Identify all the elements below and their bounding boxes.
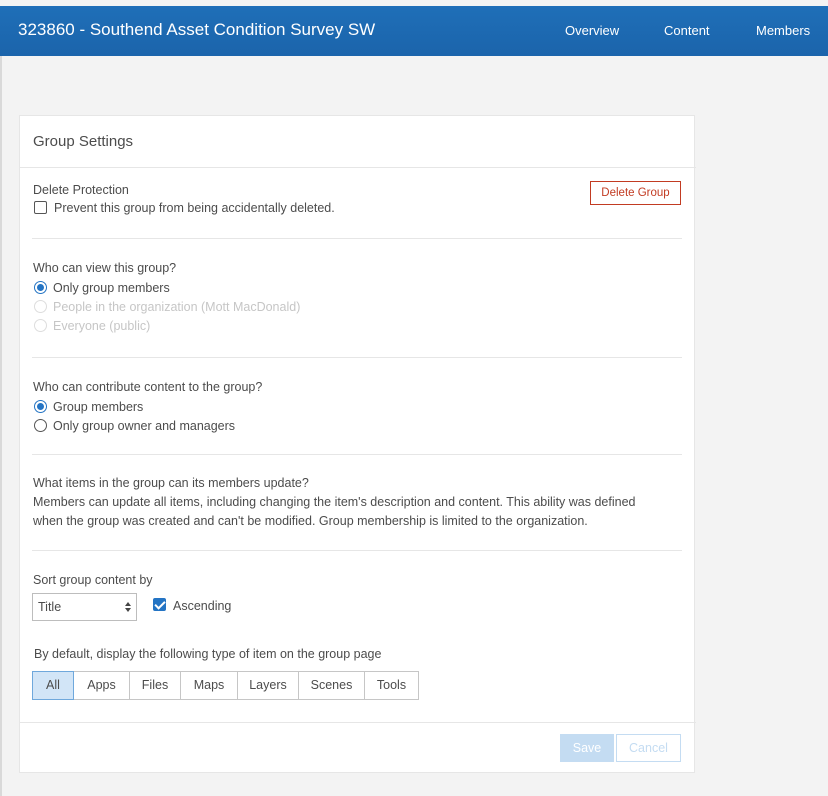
radio-contribute-owner-managers[interactable] xyxy=(34,419,47,432)
cancel-button[interactable]: Cancel xyxy=(616,734,681,762)
tab-scenes[interactable]: Scenes xyxy=(298,671,365,700)
nav-overview[interactable]: Overview xyxy=(565,23,619,38)
sort-select-value: Title xyxy=(38,600,62,614)
group-title: 323860 - Southend Asset Condition Survey… xyxy=(18,20,376,39)
ascending-label[interactable]: Ascending xyxy=(173,599,231,613)
tab-layers[interactable]: Layers xyxy=(237,671,299,700)
delete-protection-label: Delete Protection xyxy=(33,183,129,197)
tab-tools[interactable]: Tools xyxy=(364,671,419,700)
update-description-line-1: Members can update all items, including … xyxy=(33,495,636,509)
divider xyxy=(32,238,682,239)
save-button[interactable]: Save xyxy=(560,734,614,762)
tab-apps[interactable]: Apps xyxy=(73,671,130,700)
ascending-checkbox[interactable] xyxy=(153,598,166,611)
select-arrows-icon xyxy=(125,602,131,612)
display-type-label: By default, display the following type o… xyxy=(34,647,382,661)
radio-view-organization-label: People in the organization (Mott MacDona… xyxy=(53,300,301,314)
divider xyxy=(32,357,682,358)
nav-content[interactable]: Content xyxy=(664,23,710,38)
sort-select[interactable]: Title xyxy=(32,593,137,621)
radio-view-public xyxy=(34,319,47,332)
panel-title: Group Settings xyxy=(33,133,134,150)
radio-contribute-members[interactable] xyxy=(34,400,47,413)
delete-group-button[interactable]: Delete Group xyxy=(590,181,681,205)
radio-view-public-label: Everyone (public) xyxy=(53,319,151,333)
nav-members[interactable]: Members xyxy=(756,23,810,38)
update-description-line-2: when the group was created and can't be … xyxy=(33,514,588,528)
view-question: Who can view this group? xyxy=(33,261,177,275)
radio-view-only-members[interactable] xyxy=(34,281,47,294)
radio-view-organization xyxy=(34,300,47,313)
tab-all[interactable]: All xyxy=(32,671,74,700)
divider xyxy=(32,454,682,455)
divider xyxy=(32,550,682,551)
page-edge xyxy=(0,56,2,796)
radio-contribute-owner-managers-label[interactable]: Only group owner and managers xyxy=(53,419,235,433)
delete-protection-checkbox[interactable] xyxy=(34,201,47,214)
delete-protection-checkbox-label[interactable]: Prevent this group from being accidental… xyxy=(54,201,335,215)
group-settings-panel: Group Settings Delete Protection Prevent… xyxy=(19,115,696,773)
radio-view-only-members-label[interactable]: Only group members xyxy=(53,281,170,295)
radio-contribute-members-label[interactable]: Group members xyxy=(53,400,143,414)
update-question: What items in the group can its members … xyxy=(33,476,309,490)
tab-maps[interactable]: Maps xyxy=(180,671,238,700)
divider xyxy=(20,722,696,723)
divider xyxy=(20,167,696,168)
sort-label: Sort group content by xyxy=(33,573,153,587)
contribute-question: Who can contribute content to the group? xyxy=(33,380,263,394)
tab-files[interactable]: Files xyxy=(129,671,181,700)
item-type-tabs: All Apps Files Maps Layers Scenes Tools xyxy=(32,671,419,700)
app-header: 323860 - Southend Asset Condition Survey… xyxy=(0,6,828,56)
